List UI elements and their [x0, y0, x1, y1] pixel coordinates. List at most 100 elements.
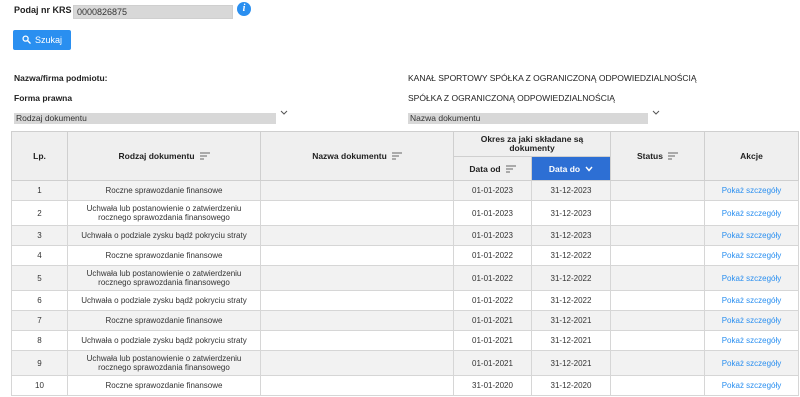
cell-date-to: 31-12-2022 [531, 265, 611, 291]
cell-document-name [260, 265, 454, 291]
table-row: 3 Uchwała o podziale zysku bądź pokryciu … [11, 225, 799, 246]
legal-form-value: SPÓŁKA Z OGRANICZONĄ ODPOWIEDZIALNOŚCIĄ [408, 93, 615, 103]
cell-document-name [260, 225, 454, 246]
cell-status [610, 265, 705, 291]
cell-status [610, 310, 705, 331]
cell-document-name [260, 330, 454, 351]
table-row: 9 Uchwała lub postanowienie o zatwierdzen… [11, 350, 799, 376]
cell-document-type: Roczne sprawozdanie finansowe [67, 245, 261, 266]
table-row: 6 Uchwała o podziale zysku bądź pokryciu … [11, 290, 799, 311]
cell-date-from: 01-01-2023 [453, 200, 532, 226]
entity-name-label: Nazwa/firma podmiotu: [14, 73, 108, 83]
cell-status [610, 180, 705, 201]
cell-document-name [260, 200, 454, 226]
cell-status [610, 350, 705, 376]
column-header-type[interactable]: Rodzaj dokumentu [67, 131, 261, 181]
cell-document-name [260, 375, 454, 396]
krs-label: Podaj nr KRS [14, 5, 72, 15]
column-header-lp: Lp. [11, 131, 68, 181]
search-button-label: Szukaj [34, 35, 62, 45]
cell-date-to: 31-12-2020 [531, 375, 611, 396]
cell-document-type: Uchwała lub postanowienie o zatwierdzeni… [67, 350, 261, 376]
cell-document-type: Roczne sprawozdanie finansowe [67, 310, 261, 331]
cell-date-from: 31-01-2020 [453, 375, 532, 396]
show-details-link[interactable]: Pokaż szczegóły [704, 330, 799, 351]
cell-status [610, 375, 705, 396]
cell-date-to: 31-12-2022 [531, 290, 611, 311]
search-button[interactable]: Szukaj [13, 30, 71, 50]
table-row: 7 Roczne sprawozdanie finansowe 01-01-2021… [11, 310, 799, 331]
sort-icon[interactable] [667, 152, 678, 160]
cell-document-name [260, 180, 454, 201]
column-header-status[interactable]: Status [610, 131, 705, 181]
table-row: 1 Roczne sprawozdanie finansowe 01-01-2023… [11, 180, 799, 201]
cell-status [610, 245, 705, 266]
show-details-link[interactable]: Pokaż szczegóły [704, 200, 799, 226]
chevron-down-icon[interactable] [652, 110, 660, 116]
sort-icon[interactable] [391, 152, 402, 160]
cell-date-to: 31-12-2023 [531, 225, 611, 246]
show-details-link[interactable]: Pokaż szczegóły [704, 265, 799, 291]
cell-date-from: 01-01-2021 [453, 350, 532, 376]
cell-status [610, 200, 705, 226]
cell-lp: 7 [11, 310, 68, 331]
column-header-name[interactable]: Nazwa dokumentu [260, 131, 454, 181]
cell-document-name [260, 350, 454, 376]
cell-document-name [260, 245, 454, 266]
show-details-link[interactable]: Pokaż szczegóły [704, 245, 799, 266]
cell-lp: 10 [11, 375, 68, 396]
cell-status [610, 225, 705, 246]
cell-lp: 2 [11, 200, 68, 226]
chevron-down-icon[interactable] [585, 166, 593, 172]
search-icon [22, 34, 31, 46]
cell-date-to: 31-12-2023 [531, 180, 611, 201]
cell-date-from: 01-01-2023 [453, 225, 532, 246]
cell-document-type: Roczne sprawozdanie finansowe [67, 375, 261, 396]
cell-document-type: Uchwała o podziale zysku bądź pokryciu s… [67, 225, 261, 246]
table-row: 2 Uchwała lub postanowienie o zatwierdzen… [11, 200, 799, 226]
cell-document-name [260, 290, 454, 311]
cell-document-type: Uchwała o podziale zysku bądź pokryciu s… [67, 330, 261, 351]
table-row: 5 Uchwała lub postanowienie o zatwierdzen… [11, 265, 799, 291]
documents-table: Lp. Rodzaj dokumentu Nazwa dokumentu Okr… [11, 131, 799, 396]
cell-lp: 9 [11, 350, 68, 376]
krs-input[interactable]: 0000826875 [73, 5, 233, 19]
show-details-link[interactable]: Pokaż szczegóły [704, 290, 799, 311]
cell-status [610, 330, 705, 351]
cell-date-from: 01-01-2022 [453, 290, 532, 311]
show-details-link[interactable]: Pokaż szczegóły [704, 225, 799, 246]
column-header-date-from[interactable]: Data od [453, 156, 532, 181]
cell-lp: 1 [11, 180, 68, 201]
sort-icon[interactable] [199, 152, 210, 160]
cell-lp: 5 [11, 265, 68, 291]
document-type-filter[interactable]: Rodzaj dokumentu [14, 113, 276, 124]
sort-icon[interactable] [505, 165, 516, 173]
cell-document-type: Uchwała lub postanowienie o zatwierdzeni… [67, 200, 261, 226]
document-name-filter[interactable]: Nazwa dokumentu [408, 113, 648, 124]
chevron-down-icon[interactable] [280, 110, 288, 116]
show-details-link[interactable]: Pokaż szczegóły [704, 375, 799, 396]
column-header-actions: Akcje [704, 131, 799, 181]
show-details-link[interactable]: Pokaż szczegóły [704, 350, 799, 376]
legal-form-label: Forma prawna [14, 93, 73, 103]
cell-lp: 8 [11, 330, 68, 351]
cell-date-to: 31-12-2021 [531, 350, 611, 376]
cell-document-type: Uchwała lub postanowienie o zatwierdzeni… [67, 265, 261, 291]
cell-status [610, 290, 705, 311]
cell-document-name [260, 310, 454, 331]
cell-date-to: 31-12-2021 [531, 330, 611, 351]
cell-lp: 6 [11, 290, 68, 311]
table-row: 10 Roczne sprawozdanie finansowe 31-01-202… [11, 375, 799, 396]
cell-document-type: Uchwała o podziale zysku bądź pokryciu s… [67, 290, 261, 311]
show-details-link[interactable]: Pokaż szczegóły [704, 180, 799, 201]
cell-date-to: 31-12-2023 [531, 200, 611, 226]
cell-date-from: 01-01-2022 [453, 265, 532, 291]
cell-date-to: 31-12-2021 [531, 310, 611, 331]
cell-document-type: Roczne sprawozdanie finansowe [67, 180, 261, 201]
show-details-link[interactable]: Pokaż szczegóły [704, 310, 799, 331]
cell-date-to: 31-12-2022 [531, 245, 611, 266]
column-header-period: Okres za jaki składane są dokumenty [453, 131, 611, 157]
info-icon[interactable]: i [237, 2, 251, 16]
column-header-date-to[interactable]: Data do [531, 156, 611, 181]
table-row: 8 Uchwała o podziale zysku bądź pokryciu … [11, 330, 799, 351]
